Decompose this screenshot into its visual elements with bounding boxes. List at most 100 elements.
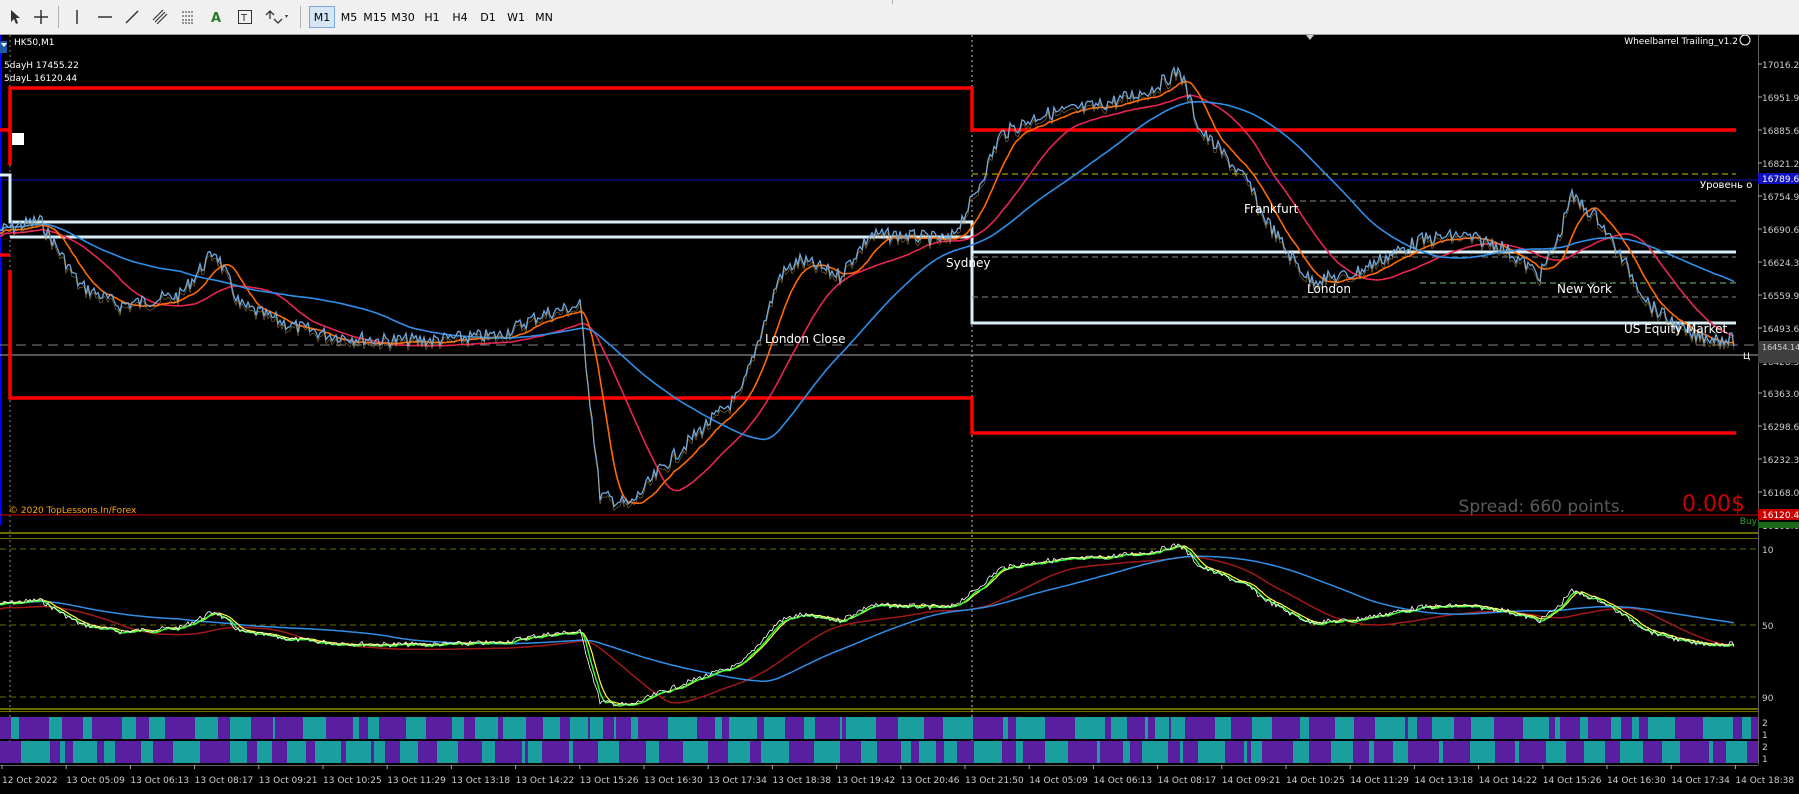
- signal-bar: [503, 717, 526, 739]
- cursor-tool[interactable]: [4, 6, 26, 28]
- signal-bar: [368, 717, 379, 739]
- text-label-tool[interactable]: T: [234, 6, 256, 28]
- signal-bar: [73, 741, 97, 763]
- crosshair-tool[interactable]: [30, 6, 52, 28]
- signal-bar: [573, 741, 598, 763]
- signal-bar: [1470, 741, 1495, 763]
- signal-bar: [708, 741, 728, 763]
- signal-bar: [230, 717, 251, 739]
- signal-bar: [1393, 741, 1408, 763]
- bar-axis-label: 1: [1762, 755, 1768, 765]
- signal-bar: [1045, 717, 1075, 739]
- shift-marker-icon[interactable]: [1306, 35, 1314, 40]
- signal-bar: [1244, 741, 1247, 763]
- timeframe-h1-button[interactable]: H1: [419, 6, 445, 28]
- timeframe-h4-button[interactable]: H4: [447, 6, 473, 28]
- timeframe-d1-button[interactable]: D1: [475, 6, 501, 28]
- pane-separator: [0, 708, 1758, 710]
- horizontal-line-tool[interactable]: [94, 6, 116, 28]
- five-day-low-label: 5dayL 16120.44: [4, 74, 77, 84]
- vertical-line-tool[interactable]: [66, 6, 88, 28]
- signal-bar: [1443, 741, 1470, 763]
- signal-bar: [898, 717, 924, 739]
- signal-bar: [631, 717, 638, 739]
- signal-bar: [1247, 741, 1251, 763]
- signal-bar: [153, 741, 173, 763]
- signal-bar: [973, 717, 1003, 739]
- signal-bar: [542, 741, 569, 763]
- signal-bar: [729, 717, 757, 739]
- signal-bar: [1374, 741, 1393, 763]
- session-label: London: [1307, 282, 1351, 296]
- blue-price-tag-label: 16789.66: [1762, 175, 1799, 185]
- signal-bar: [1225, 741, 1244, 763]
- time-axis-line: [0, 765, 1758, 766]
- text-tool[interactable]: A: [205, 6, 227, 28]
- timeframe-mn-button[interactable]: MN: [531, 6, 557, 28]
- signal-bar: [525, 741, 528, 763]
- signal-bar: [1068, 741, 1097, 763]
- osc-red-line: [0, 555, 1735, 704]
- signal-bar: [1639, 717, 1648, 739]
- time-axis-label: 13 Oct 06:13: [130, 776, 189, 786]
- time-axis-label: 13 Oct 16:30: [644, 776, 703, 786]
- signal-bar: [1621, 717, 1632, 739]
- signal-bar: [522, 741, 525, 763]
- mt4-window: A T M1 M5 M15 M30 H1 H4 D1 W1 MN Sydney London Cl…: [0, 0, 1799, 794]
- signal-bar: [1331, 741, 1353, 763]
- cursor-tool-icon: [11, 10, 20, 24]
- signal-bar: [814, 741, 840, 763]
- equidistant-channel-tool[interactable]: [149, 6, 171, 28]
- fibonacci-tool[interactable]: [177, 6, 199, 28]
- signal-bar: [1408, 741, 1439, 763]
- signal-bar: [315, 741, 341, 763]
- time-axis-label: 13 Oct 20:46: [901, 776, 960, 786]
- signal-bar: [1168, 741, 1180, 763]
- signal-bar: [943, 717, 973, 739]
- signal-bar: [1648, 717, 1675, 739]
- signal-bar: [1016, 741, 1023, 763]
- price-axis-line: [1758, 35, 1759, 765]
- timeframe-m15-button[interactable]: M15: [362, 6, 388, 28]
- signal-bar: [570, 717, 588, 739]
- signal-bar: [638, 717, 668, 739]
- time-axis-label: 13 Oct 18:38: [772, 776, 831, 786]
- signal-bar: [65, 741, 73, 763]
- signal-bar: [1709, 741, 1713, 763]
- signal-bar: [974, 741, 1002, 763]
- vertical-line-tool-icon: [76, 10, 78, 24]
- session-label: US Equity Market: [1624, 322, 1728, 336]
- price-axis-label: 16821.25: [1762, 160, 1799, 170]
- signal-bar: [195, 717, 218, 739]
- trendline-tool[interactable]: [121, 6, 143, 28]
- signal-bar: [50, 741, 60, 763]
- signal-bar: [498, 717, 503, 739]
- timeframe-m5-button[interactable]: M5: [336, 6, 362, 28]
- signal-bar: [83, 717, 92, 739]
- signal-bar: [1293, 741, 1309, 763]
- signal-bar: [1675, 717, 1703, 739]
- timeframe-w1-button[interactable]: W1: [503, 6, 529, 28]
- signal-bar: [919, 741, 936, 763]
- time-axis-label: 14 Oct 10:25: [1286, 776, 1345, 786]
- signal-bar: [1680, 741, 1709, 763]
- price-chart[interactable]: Sydney London Close Frankfurt London New Yor…: [0, 35, 1799, 794]
- bar-axis-label: 2: [1762, 743, 1768, 753]
- signal-bar: [1251, 741, 1262, 763]
- range-high-line: [8, 86, 1736, 165]
- signal-bar: [1252, 717, 1272, 739]
- signal-bar: [371, 741, 374, 763]
- signal-bar: [1198, 741, 1225, 763]
- timeframe-m30-button[interactable]: M30: [390, 6, 416, 28]
- signal-bar: [437, 741, 458, 763]
- horizontal-line-tool-icon: [98, 16, 112, 18]
- signal-bar: [273, 717, 275, 739]
- signal-bar: [1523, 717, 1549, 739]
- price-axis-label: 16624.30: [1762, 259, 1799, 269]
- arrows-tool[interactable]: [262, 6, 292, 28]
- signal-bar: [1272, 717, 1300, 739]
- timeframe-m1-button[interactable]: M1: [309, 6, 335, 28]
- ea-smiley-icon[interactable]: [1739, 35, 1751, 46]
- signal-bar: [1215, 717, 1231, 739]
- signal-bar: [173, 741, 200, 763]
